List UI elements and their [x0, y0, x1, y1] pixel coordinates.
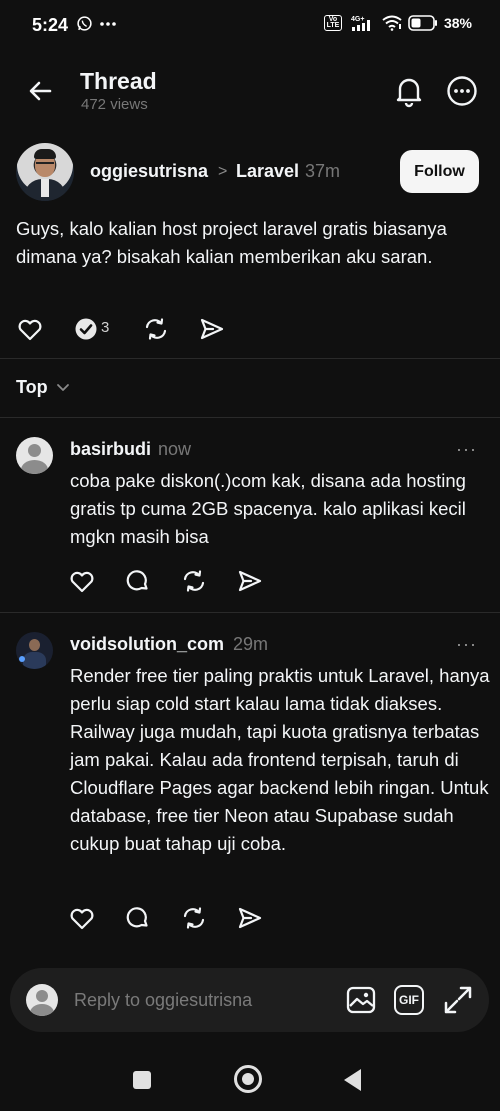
expand-icon[interactable]	[442, 984, 474, 1016]
reply-time: 29m	[233, 634, 269, 654]
repost-icon[interactable]	[180, 904, 208, 932]
gif-label: GIF	[399, 993, 419, 1007]
sort-dropdown[interactable]: Top	[16, 377, 48, 398]
divider	[0, 417, 500, 418]
home-icon[interactable]	[234, 1065, 262, 1093]
comment-icon[interactable]	[124, 567, 152, 595]
image-icon[interactable]	[345, 984, 377, 1016]
back-arrow-icon[interactable]	[26, 76, 56, 106]
post-time: 37m	[305, 161, 341, 181]
reply-input[interactable]	[74, 984, 314, 1016]
view-count: 472 views	[81, 96, 148, 113]
thread-header: Thread 472 views	[0, 60, 500, 124]
more-dots-icon[interactable]: ···	[456, 634, 477, 655]
replies-check-icon[interactable]	[72, 315, 100, 343]
more-dots-icon[interactable]: ···	[456, 439, 477, 460]
post-author[interactable]: oggiesutrisna	[90, 161, 208, 182]
reply-count: 3	[101, 319, 110, 336]
whatsapp-icon	[77, 16, 92, 31]
post-text: Guys, kalo kalian host project laravel g…	[16, 218, 447, 267]
share-send-icon[interactable]	[236, 904, 264, 932]
heart-icon[interactable]	[68, 567, 96, 595]
divider	[0, 612, 500, 613]
reply-actions	[68, 904, 288, 932]
reply-composer: GIF	[10, 968, 489, 1032]
follow-button[interactable]: Follow	[400, 150, 479, 193]
volte-badge: Vo LTE	[323, 15, 342, 31]
wifi-icon	[382, 15, 402, 31]
post-topic[interactable]: Laravel	[236, 161, 299, 182]
bell-icon[interactable]	[394, 74, 424, 108]
signal-icon: 4G+	[351, 16, 370, 31]
svg-text:4G+: 4G+	[351, 16, 364, 23]
more-dots-icon	[100, 21, 116, 26]
page-title: Thread	[80, 68, 157, 94]
reply-author[interactable]: voidsolution_com	[70, 634, 224, 655]
battery-icon	[408, 15, 437, 31]
battery-percent: 38%	[443, 15, 472, 31]
repost-icon[interactable]	[180, 567, 208, 595]
chevron-down-icon[interactable]	[56, 382, 70, 394]
status-left-icons	[76, 15, 117, 32]
status-time: 5:24	[32, 15, 69, 35]
reply-text: Render free tier paling praktis untuk La…	[70, 665, 490, 854]
reply-author[interactable]: basirbudi	[70, 439, 151, 460]
comment-icon[interactable]	[124, 904, 152, 932]
reply-actions	[68, 567, 288, 595]
avatar[interactable]	[16, 143, 74, 201]
status-right: Vo LTE 4G+ 38%	[323, 14, 472, 32]
recents-icon[interactable]	[133, 1071, 151, 1089]
heart-icon[interactable]	[68, 904, 96, 932]
reply-text: coba pake diskon(.)com kak, disana ada h…	[70, 470, 466, 547]
repost-icon[interactable]	[142, 315, 170, 343]
status-bar: 5:24 Vo LTE 4G+ 38%	[0, 0, 500, 52]
heart-icon[interactable]	[16, 315, 44, 343]
chevron-right-icon: >	[218, 163, 228, 180]
share-send-icon[interactable]	[236, 567, 264, 595]
avatar	[26, 984, 58, 1016]
divider	[0, 358, 500, 359]
gif-button[interactable]: GIF	[394, 985, 424, 1015]
reply-time: now	[158, 439, 192, 459]
post-actions: 3	[16, 315, 316, 343]
avatar[interactable]	[16, 437, 53, 474]
more-circle-icon[interactable]	[446, 75, 478, 107]
system-back-icon[interactable]	[344, 1069, 361, 1091]
avatar[interactable]	[16, 632, 53, 669]
system-nav-bar	[0, 1052, 500, 1107]
share-send-icon[interactable]	[198, 315, 226, 343]
